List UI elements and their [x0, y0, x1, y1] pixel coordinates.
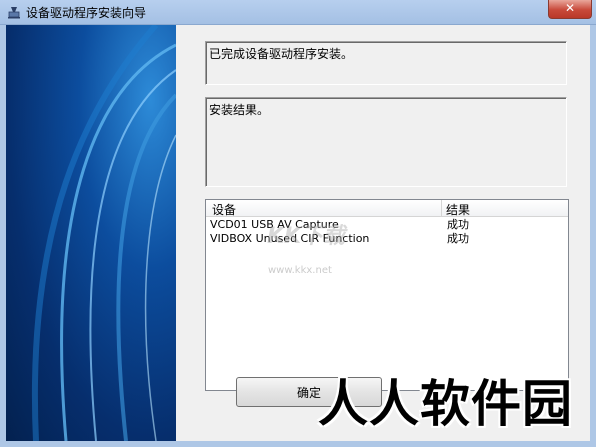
install-result-text: 安装结果。 [209, 103, 270, 117]
wizard-side-artwork [6, 25, 176, 441]
column-header-result[interactable]: 结果 [446, 201, 470, 218]
device-result: 成功 [447, 218, 469, 231]
window-title: 设备驱动程序安装向导 [26, 6, 147, 20]
close-icon: ✕ [564, 1, 576, 15]
title-bar[interactable]: 设备驱动程序安装向导 ✕ [0, 0, 596, 25]
watermark-logo: KK下载 [266, 224, 346, 249]
watermark-corner-text: 人人软件园 [318, 375, 573, 433]
column-header-device[interactable]: 设备 [212, 201, 236, 218]
install-result-box: 安装结果。 [205, 97, 567, 187]
column-divider[interactable] [441, 200, 442, 216]
close-button[interactable]: ✕ [548, 0, 592, 19]
list-header: 设备 结果 [206, 200, 568, 217]
status-message-box: 已完成设备驱动程序安装。 [205, 41, 567, 85]
watermark-url: www.kkx.net [268, 265, 332, 276]
status-message-text: 已完成设备驱动程序安装。 [209, 47, 354, 61]
device-result: 成功 [447, 232, 469, 245]
installer-app-icon [6, 4, 22, 20]
